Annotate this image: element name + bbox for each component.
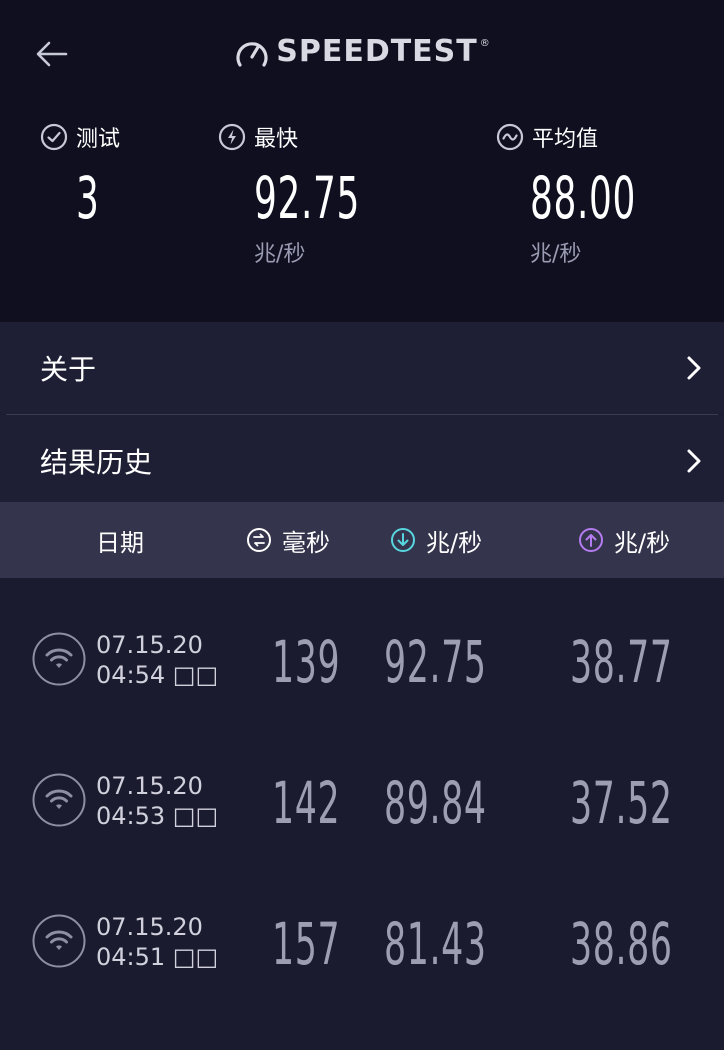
column-header-ping[interactable]: 毫秒 — [246, 502, 330, 578]
menu-item-about[interactable]: 关于 — [0, 322, 724, 414]
download-icon — [391, 528, 415, 552]
result-datetime: 07.15.20 04:53 □□ — [96, 771, 218, 831]
speedometer-icon — [236, 41, 268, 67]
result-date: 07.15.20 — [96, 772, 203, 800]
stat-tests: 测试 3 — [40, 120, 120, 232]
result-download: 92.75 — [384, 628, 487, 696]
ping-icon — [247, 528, 271, 552]
brand-name: SPEEDTEST — [276, 34, 478, 69]
check-circle-icon — [40, 123, 68, 151]
chevron-right-icon — [687, 449, 701, 473]
stat-average-unit: 兆/秒 — [530, 242, 582, 267]
column-header-date[interactable]: 日期 — [96, 502, 144, 578]
trademark-mark: ® — [479, 38, 490, 49]
menu-item-about-label: 关于 — [40, 353, 97, 386]
result-upload: 37.52 — [570, 769, 673, 837]
chevron-right-icon — [687, 356, 701, 380]
result-upload: 38.77 — [570, 628, 673, 696]
result-download: 81.43 — [384, 910, 487, 978]
result-date: 07.15.20 — [96, 631, 203, 659]
wifi-icon — [32, 914, 86, 968]
stat-tests-label: 测试 — [76, 127, 121, 152]
bolt-circle-icon — [218, 123, 246, 151]
stat-average: 平均值 88.00 兆/秒 — [496, 120, 701, 268]
result-ping: 142 — [272, 769, 341, 837]
result-datetime: 07.15.20 04:54 □□ — [96, 630, 218, 690]
result-row[interactable]: 07.15.20 04:54 □□ 139 92.75 38.77 — [0, 578, 724, 719]
result-ping: 157 — [272, 910, 341, 978]
wifi-icon — [32, 773, 86, 827]
result-row[interactable]: 07.15.20 04:51 □□ 157 81.43 38.86 — [0, 860, 724, 1001]
column-header-download[interactable]: 兆/秒 — [390, 502, 482, 578]
result-datetime: 07.15.20 04:51 □□ — [96, 912, 218, 972]
column-header-download-label: 兆/秒 — [426, 528, 483, 557]
result-row[interactable]: 07.15.20 04:53 □□ 142 89.84 37.52 — [0, 719, 724, 860]
stat-tests-value: 3 — [76, 164, 100, 232]
column-header-upload-label: 兆/秒 — [614, 528, 671, 557]
header: SPEEDTEST ® 测试 3 最快 92.75 兆/秒 平均值 88.00 … — [0, 0, 724, 322]
result-ping: 139 — [272, 628, 341, 696]
result-time: 04:53 □□ — [96, 802, 219, 830]
stat-fastest-unit: 兆/秒 — [254, 242, 306, 267]
wifi-icon — [32, 632, 86, 686]
result-download: 89.84 — [384, 769, 487, 837]
result-time: 04:54 □□ — [96, 661, 219, 689]
results-list: 07.15.20 04:54 □□ 139 92.75 38.77 07.15.… — [0, 578, 724, 1001]
stat-average-label: 平均值 — [532, 127, 599, 152]
stat-fastest-label: 最快 — [254, 127, 299, 152]
column-header-date-label: 日期 — [96, 528, 144, 557]
upload-icon — [579, 528, 603, 552]
stat-fastest-value: 92.75 — [254, 164, 361, 232]
result-upload: 38.86 — [570, 910, 673, 978]
menu-item-result-history-label: 结果历史 — [40, 446, 153, 479]
wave-circle-icon — [496, 123, 524, 151]
result-date: 07.15.20 — [96, 913, 203, 941]
column-header-ping-label: 毫秒 — [282, 528, 330, 557]
result-time: 04:51 □□ — [96, 943, 219, 971]
results-table-header: 日期 毫秒 兆/秒 兆/秒 — [0, 502, 724, 578]
speedtest-logo: SPEEDTEST ® — [0, 34, 724, 69]
stat-fastest: 最快 92.75 兆/秒 — [218, 120, 425, 268]
column-header-upload[interactable]: 兆/秒 — [578, 502, 670, 578]
menu-item-result-history[interactable]: 结果历史 — [0, 415, 724, 507]
stat-average-value: 88.00 — [530, 164, 637, 232]
